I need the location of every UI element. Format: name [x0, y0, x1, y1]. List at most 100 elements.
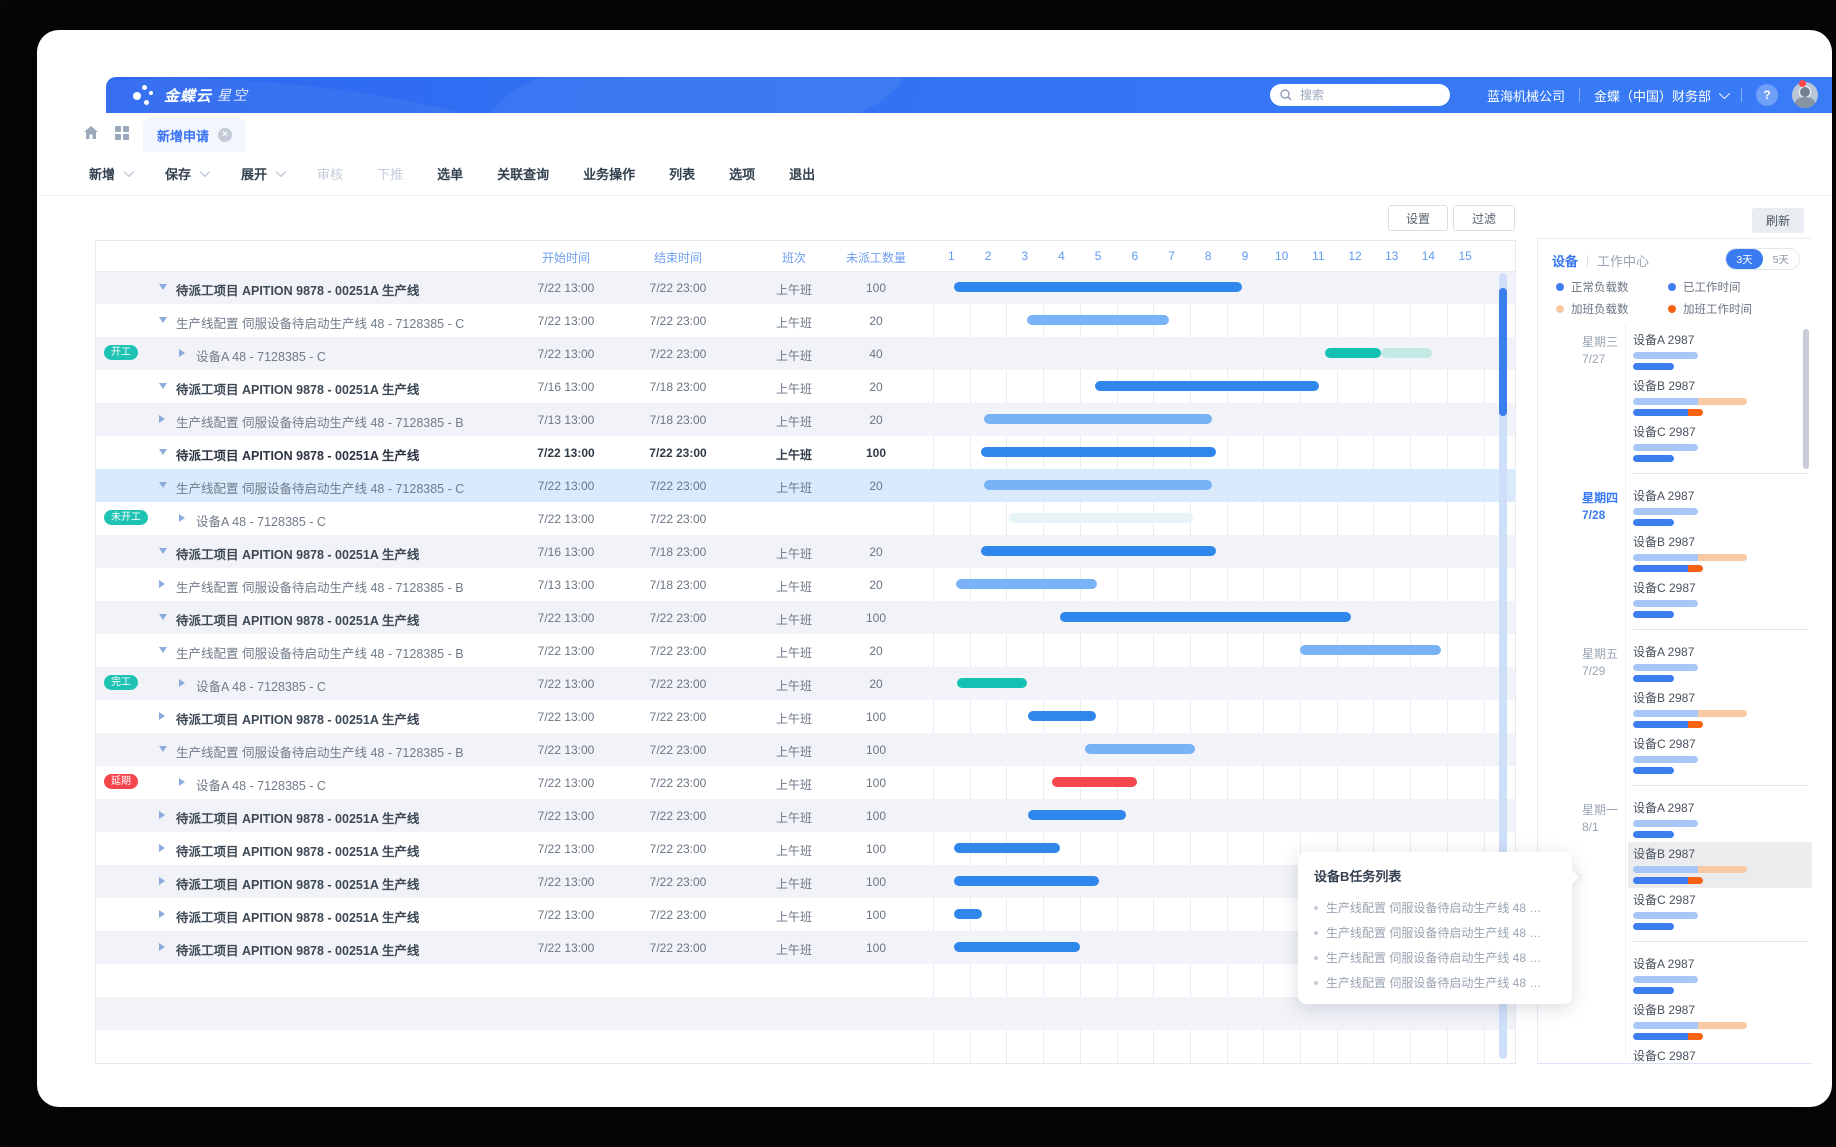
toolbar-item-2[interactable]: 保存 [165, 164, 207, 183]
toolbar-item-3[interactable]: 展开 [241, 164, 283, 183]
gantt-bar[interactable] [954, 942, 1080, 952]
device-entry[interactable]: 设备B 2987 [1633, 998, 1810, 1044]
table-row[interactable]: 待派工项目 APITION 9878 - 00251A 生产线7/22 13:0… [96, 436, 1516, 469]
toggle-3天[interactable]: 3天 [1726, 249, 1762, 269]
toolbar-item-8[interactable]: 业务操作 [583, 164, 635, 183]
gantt-bar[interactable] [1095, 381, 1319, 391]
device-entry[interactable]: 设备C 2987 [1633, 420, 1810, 466]
settings-button[interactable]: 设置 [1388, 205, 1448, 231]
day-label[interactable]: 星期一8/1 [1582, 802, 1622, 836]
toolbar-item-10[interactable]: 选项 [729, 164, 755, 183]
table-row[interactable]: 生产线配置 伺服设备待启动生产线 48 - 7128385 - C7/22 13… [96, 304, 1516, 337]
gantt-bar[interactable] [984, 480, 1212, 490]
table-row[interactable]: 待派工项目 APITION 9878 - 00251A 生产线7/22 13:0… [96, 601, 1516, 634]
device-entry[interactable]: 设备C 2987 [1633, 732, 1810, 778]
device-entry[interactable]: 设备B 2987 [1633, 530, 1810, 576]
collapse-arrow-icon[interactable] [159, 317, 167, 323]
gantt-bar[interactable] [954, 282, 1242, 292]
toolbar-item-7[interactable]: 关联查询 [497, 164, 549, 183]
table-row[interactable]: 延期设备A 48 - 7128385 - C7/22 13:007/22 23:… [96, 766, 1516, 799]
device-entry[interactable]: 设备A 2987 [1633, 952, 1810, 998]
expand-arrow-icon[interactable] [159, 877, 165, 885]
expand-arrow-icon[interactable] [179, 778, 185, 786]
collapse-arrow-icon[interactable] [159, 614, 167, 620]
toggle-5天[interactable]: 5天 [1763, 249, 1799, 269]
gantt-bar[interactable] [957, 678, 1027, 688]
device-entry[interactable]: 设备C 2987 [1633, 1044, 1810, 1064]
gantt-bar[interactable] [956, 579, 1097, 589]
table-row[interactable]: 生产线配置 伺服设备待启动生产线 48 - 7128385 - B7/22 13… [96, 634, 1516, 667]
toolbar-item-11[interactable]: 退出 [789, 164, 815, 183]
collapse-arrow-icon[interactable] [159, 746, 167, 752]
table-row[interactable]: 生产线配置 伺服设备待启动生产线 48 - 7128385 - B7/13 13… [96, 568, 1516, 601]
table-row[interactable]: 未开工设备A 48 - 7128385 - C7/22 13:007/22 23… [96, 502, 1516, 535]
tab-device[interactable]: 设备 [1552, 251, 1578, 270]
table-row[interactable]: 待派工项目 APITION 9878 - 00251A 生产线7/22 13:0… [96, 700, 1516, 733]
table-row[interactable]: 生产线配置 伺服设备待启动生产线 48 - 7128385 - B7/22 13… [96, 733, 1516, 766]
gantt-bar[interactable] [1009, 513, 1193, 523]
device-entry[interactable]: 设备A 2987 [1633, 796, 1810, 842]
org-selector[interactable]: 金蝶（中国）财务部 [1594, 86, 1727, 105]
gantt-bar[interactable] [954, 843, 1060, 853]
toolbar-item-9[interactable]: 列表 [669, 164, 695, 183]
gantt-bar[interactable] [954, 876, 1099, 886]
collapse-arrow-icon[interactable] [159, 482, 167, 488]
day-range-toggle[interactable]: 3天5天 [1725, 248, 1800, 270]
gantt-bar[interactable] [1085, 744, 1195, 754]
expand-arrow-icon[interactable] [179, 349, 185, 357]
expand-arrow-icon[interactable] [179, 514, 185, 522]
expand-arrow-icon[interactable] [179, 679, 185, 687]
expand-arrow-icon[interactable] [159, 910, 165, 918]
sidebar-scrollbar-thumb[interactable] [1803, 329, 1809, 469]
device-entry[interactable]: 设备B 2987 [1633, 374, 1810, 420]
device-entry[interactable]: 设备A 2987 [1633, 484, 1810, 530]
collapse-arrow-icon[interactable] [159, 383, 167, 389]
tab-close-icon[interactable]: × [218, 128, 232, 142]
collapse-arrow-icon[interactable] [159, 548, 167, 554]
gantt-bar[interactable] [1325, 348, 1381, 358]
tab-new-request[interactable]: 新增申请 × [143, 118, 246, 152]
table-row[interactable]: 待派工项目 APITION 9878 - 00251A 生产线7/16 13:0… [96, 535, 1516, 568]
gantt-bar[interactable] [1028, 711, 1096, 721]
table-row[interactable]: 待派工项目 APITION 9878 - 00251A 生产线7/22 13:0… [96, 799, 1516, 832]
filter-button[interactable]: 过滤 [1453, 205, 1515, 231]
gantt-bar[interactable] [954, 909, 982, 919]
table-row[interactable]: 生产线配置 伺服设备待启动生产线 48 - 7128385 - C7/22 13… [96, 469, 1516, 502]
expand-arrow-icon[interactable] [159, 712, 165, 720]
table-row[interactable]: 待派工项目 APITION 9878 - 00251A 生产线7/22 13:0… [96, 271, 1516, 304]
scrollbar-thumb[interactable] [1499, 288, 1507, 416]
device-entry[interactable]: 设备C 2987 [1633, 576, 1810, 622]
app-logo[interactable]: 金蝶云 星空 [132, 81, 249, 109]
device-entry[interactable]: 设备B 2987 [1628, 842, 1812, 888]
device-entry[interactable]: 设备B 2987 [1633, 686, 1810, 732]
expand-arrow-icon[interactable] [159, 415, 165, 423]
table-row[interactable]: 待派工项目 APITION 9878 - 00251A 生产线7/16 13:0… [96, 370, 1516, 403]
tab-workcenter[interactable]: 工作中心 [1597, 251, 1649, 270]
expand-arrow-icon[interactable] [159, 811, 165, 819]
refresh-button[interactable]: 刷新 [1752, 208, 1804, 233]
home-icon[interactable] [83, 125, 99, 140]
help-button[interactable]: ? [1756, 84, 1778, 106]
gantt-bar[interactable] [1027, 315, 1169, 325]
day-label[interactable]: 星期三7/27 [1582, 334, 1622, 368]
device-entry[interactable]: 设备C 2987 [1633, 888, 1810, 934]
table-row[interactable]: 生产线配置 伺服设备待启动生产线 48 - 7128385 - B7/13 13… [96, 403, 1516, 436]
day-label[interactable]: 星期五7/29 [1582, 646, 1622, 680]
table-row[interactable]: 完工设备A 48 - 7128385 - C7/22 13:007/22 23:… [96, 667, 1516, 700]
device-entry[interactable]: 设备A 2987 [1633, 640, 1810, 686]
gantt-bar[interactable] [981, 546, 1216, 556]
collapse-arrow-icon[interactable] [159, 449, 167, 455]
toolbar-item-6[interactable]: 选单 [437, 164, 463, 183]
gantt-bar[interactable] [984, 414, 1212, 424]
gantt-bar[interactable] [1060, 612, 1351, 622]
collapse-arrow-icon[interactable] [159, 647, 167, 653]
search-input[interactable] [1298, 87, 1440, 103]
table-row[interactable]: 开工设备A 48 - 7128385 - C7/22 13:007/22 23:… [96, 337, 1516, 370]
device-entry[interactable]: 设备A 2987 [1633, 328, 1810, 374]
global-search[interactable] [1270, 84, 1450, 106]
gantt-bar[interactable] [1381, 348, 1432, 358]
collapse-arrow-icon[interactable] [159, 284, 167, 290]
toolbar-item-1[interactable]: 新增 [89, 164, 131, 183]
apps-grid-icon[interactable] [115, 126, 129, 140]
day-label[interactable]: 星期四7/28 [1582, 490, 1622, 524]
